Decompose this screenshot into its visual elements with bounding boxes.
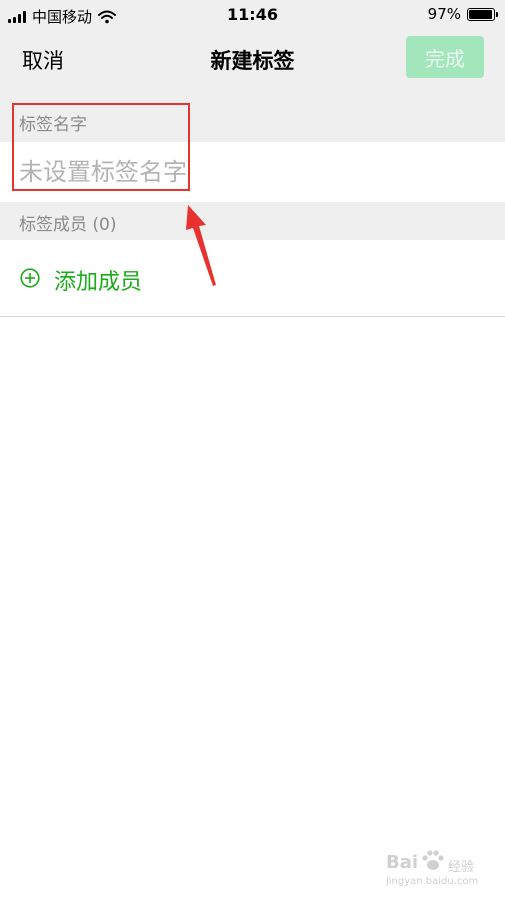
battery-fill xyxy=(469,9,493,19)
watermark-url: jingyan.baidu.com xyxy=(386,876,479,887)
row-divider xyxy=(0,316,505,317)
annotation-highlight-box xyxy=(12,103,190,191)
navigation-bar: 取消 新建标签 完成 xyxy=(0,30,505,90)
plus-circle-icon xyxy=(20,268,40,288)
tag-members-header: 标签成员 (0) xyxy=(0,202,505,240)
battery-percent: 97% xyxy=(427,5,461,23)
add-member-row[interactable]: 添加成员 xyxy=(0,240,505,316)
done-button[interactable]: 完成 xyxy=(406,36,484,78)
add-member-label: 添加成员 xyxy=(54,270,143,295)
watermark: Bai 经验 jingyan.baidu.com xyxy=(386,848,498,894)
paw-icon xyxy=(422,850,444,870)
watermark-brand: Bai xyxy=(386,852,419,873)
status-right: 97% xyxy=(427,5,498,23)
battery-icon xyxy=(467,7,498,21)
status-bar: 中国移动 11:46 97% xyxy=(0,0,505,30)
annotation-arrow-icon xyxy=(186,205,216,286)
watermark-suffix: 经验 xyxy=(448,860,475,875)
